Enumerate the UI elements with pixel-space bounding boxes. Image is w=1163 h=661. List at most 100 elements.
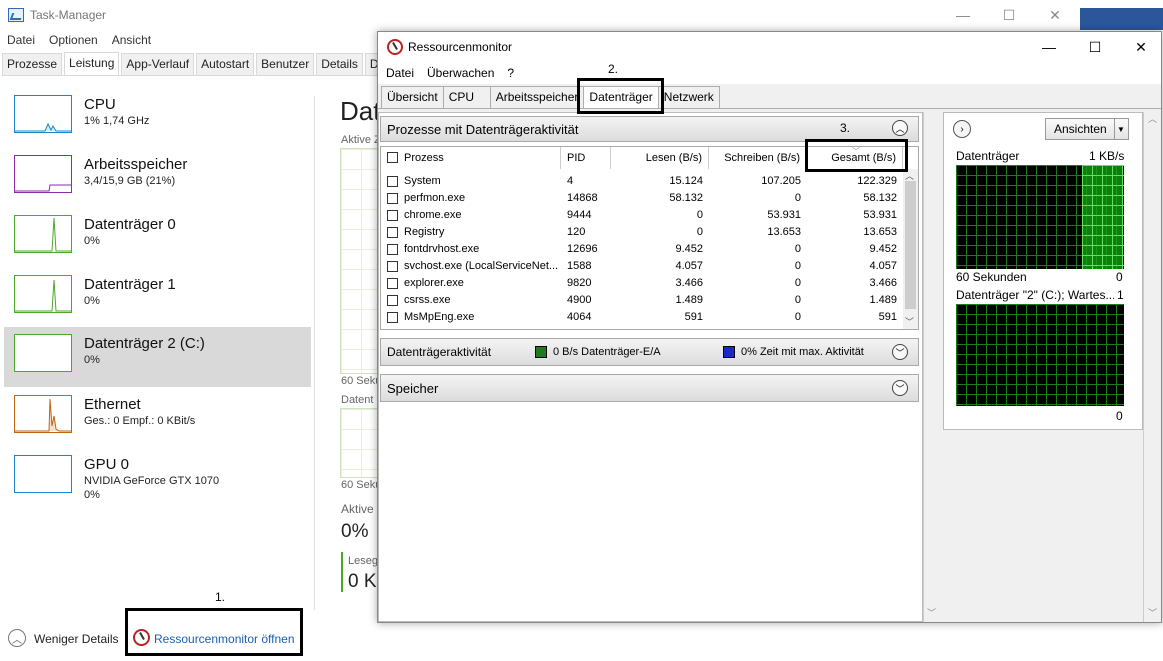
chevron-up-icon[interactable]: ︿ <box>8 629 26 647</box>
table-row[interactable]: System 4 15.124 107.205 122.329 <box>381 173 903 190</box>
cell-write: 0 <box>794 243 801 255</box>
views-dropdown[interactable]: Ansichten ▼ <box>1045 118 1129 140</box>
process-table-scrollbar[interactable]: ︿ ﹀ <box>903 169 918 329</box>
menu-optionen[interactable]: Optionen <box>42 31 105 49</box>
process-panel-title: Prozesse mit Datenträgeraktivität <box>387 121 579 137</box>
cell-write: 0 <box>794 260 801 272</box>
maximize-button[interactable]: ☐ <box>986 0 1032 30</box>
cell-total: 3.466 <box>869 277 897 289</box>
tab-uebersicht[interactable]: Übersicht <box>381 86 444 108</box>
page-title: Dat <box>340 96 381 126</box>
menu-help[interactable]: ? <box>499 66 519 80</box>
menu-datei[interactable]: Datei <box>0 31 42 49</box>
table-row[interactable]: Registry 120 0 13.653 13.653 <box>381 224 903 241</box>
sidebar-item-memory[interactable]: Arbeitsspeicher 3,4/15,9 GB (21%) <box>4 148 311 208</box>
tab-underline <box>378 108 1161 109</box>
tab-arbeitsspeicher[interactable]: Arbeitsspeicher <box>489 86 585 108</box>
right-pane-scrollbar[interactable]: ︿ ﹀ <box>1143 112 1161 622</box>
chevron-down-icon[interactable]: ﹀ <box>892 380 908 396</box>
tab-app-verlauf[interactable]: App-Verlauf <box>121 53 195 75</box>
task-manager-icon <box>8 8 24 22</box>
tab-netzwerk[interactable]: Netzwerk <box>657 86 720 108</box>
tab-leistung[interactable]: Leistung <box>64 52 120 75</box>
sidebar-item-disk-0[interactable]: Datenträger 0 0% <box>4 208 311 268</box>
table-row[interactable]: chrome.exe 9444 0 53.931 53.931 <box>381 207 903 224</box>
column-header-schreiben[interactable]: Schreiben (B/s) <box>709 147 807 169</box>
menu-ansicht[interactable]: Ansicht <box>105 31 158 49</box>
table-row[interactable]: fontdrvhost.exe 12696 9.452 0 9.452 <box>381 241 903 258</box>
tab-benutzer[interactable]: Benutzer <box>256 53 315 75</box>
column-header-prozess[interactable]: Prozess <box>381 147 561 169</box>
close-button[interactable]: ✕ <box>1118 32 1163 62</box>
row-checkbox[interactable] <box>387 176 398 187</box>
table-row[interactable]: csrss.exe 4900 1.489 0 1.489 <box>381 292 903 309</box>
graph2-min-label: 0 <box>1116 409 1123 423</box>
select-all-checkbox[interactable] <box>387 152 398 163</box>
storage-panel-header[interactable]: Speicher ﹀ <box>380 374 919 402</box>
chevron-down-icon[interactable]: ﹀ <box>892 344 908 360</box>
tab-prozesse[interactable]: Prozesse <box>2 53 63 75</box>
row-checkbox[interactable] <box>387 210 398 221</box>
row-checkbox[interactable] <box>387 193 398 204</box>
sidebar-item-label: Datenträger 1 <box>84 276 176 293</box>
close-button[interactable]: ✕ <box>1032 0 1078 30</box>
cell-process: svchost.exe (LocalServiceNet... <box>404 260 559 272</box>
background-window-strip <box>1080 8 1163 30</box>
resource-monitor-titlebar: Ressourcenmonitor — ☐ ✕ <box>378 32 1161 62</box>
left-pane-scrollbar[interactable]: ﹀ <box>923 112 939 622</box>
cell-process: Registry <box>404 226 445 238</box>
minimize-button[interactable]: — <box>1026 32 1072 62</box>
table-row[interactable]: perfmon.exe 14868 58.132 0 58.132 <box>381 190 903 207</box>
row-checkbox[interactable] <box>387 278 398 289</box>
minimize-button[interactable]: — <box>940 0 986 30</box>
row-checkbox[interactable] <box>387 244 398 255</box>
sidebar-item-label: Arbeitsspeicher <box>84 156 188 173</box>
row-checkbox[interactable] <box>387 261 398 272</box>
menu-ueberwachen[interactable]: Überwachen <box>419 66 499 80</box>
sidebar-item-disk-2[interactable]: Datenträger 2 (C:) 0% <box>4 327 311 387</box>
resource-monitor-window: Ressourcenmonitor — ☐ ✕ Datei Überwachen… <box>377 31 1162 623</box>
table-row[interactable]: explorer.exe 9820 3.466 0 3.466 <box>381 275 903 292</box>
chevron-up-icon[interactable]: ︿ <box>892 120 908 136</box>
cell-read: 0 <box>696 209 703 221</box>
maximize-button[interactable]: ☐ <box>1072 32 1118 62</box>
sidebar-item-label: Datenträger 2 (C:) <box>84 335 205 352</box>
table-row[interactable]: svchost.exe (UnistackSvcGro...9856315031… <box>381 326 903 330</box>
menu-datei[interactable]: Datei <box>378 66 419 80</box>
cpu-thumbnail-graph <box>14 95 72 133</box>
chevron-right-icon[interactable]: › <box>953 120 971 138</box>
row-checkbox[interactable] <box>387 227 398 238</box>
table-row[interactable]: svchost.exe (LocalServiceNet... 1588 4.057… <box>381 258 903 275</box>
column-header-pid[interactable]: PID <box>561 147 611 169</box>
tab-cpu[interactable]: CPU <box>442 86 491 108</box>
resource-monitor-app-icon <box>387 39 403 55</box>
cell-read: 3.466 <box>675 277 703 289</box>
disk-2-thumbnail-graph <box>14 334 72 372</box>
cell-process: perfmon.exe <box>404 192 466 204</box>
sidebar-item-cpu[interactable]: CPU 1% 1,74 GHz <box>4 88 311 148</box>
cell-pid: 4064 <box>567 311 592 323</box>
sidebar-item-ethernet[interactable]: Ethernet Ges.: 0 Empf.: 0 KBit/s <box>4 388 311 448</box>
row-checkbox[interactable] <box>387 295 398 306</box>
table-row[interactable]: MsMpEng.exe 4064 591 0 591 <box>381 309 903 326</box>
fewer-details-link[interactable]: Weniger Details <box>34 632 118 646</box>
column-header-lesen[interactable]: Lesen (B/s) <box>611 147 709 169</box>
tab-details[interactable]: Details <box>316 53 363 75</box>
sidebar-item-disk-1[interactable]: Datenträger 1 0% <box>4 268 311 328</box>
tab-autostart[interactable]: Autostart <box>196 53 255 75</box>
cell-write: 0 <box>794 277 801 289</box>
dropdown-arrow-icon: ▼ <box>1114 119 1127 139</box>
disk-activity-header[interactable]: Datenträgeraktivität 0 B/s Datenträger-E… <box>380 338 919 366</box>
sidebar-item-gpu-0[interactable]: GPU 0 NVIDIA GeForce GTX 1070 0% <box>4 448 311 508</box>
row-checkbox[interactable] <box>387 312 398 323</box>
cell-pid: 9856 <box>567 326 611 329</box>
row-checkbox[interactable] <box>387 329 398 330</box>
graph1-time-label: 60 Sekunden <box>956 270 1027 284</box>
sidebar-item-sub: 0% <box>84 235 100 247</box>
cell-read: 58.132 <box>669 192 703 204</box>
read-speed-marker <box>341 552 343 592</box>
active-time-label: Aktive Z <box>341 134 381 146</box>
scrollbar-thumb[interactable] <box>905 181 916 309</box>
transfer-graph <box>340 408 380 478</box>
cell-pid: 9444 <box>567 209 592 221</box>
